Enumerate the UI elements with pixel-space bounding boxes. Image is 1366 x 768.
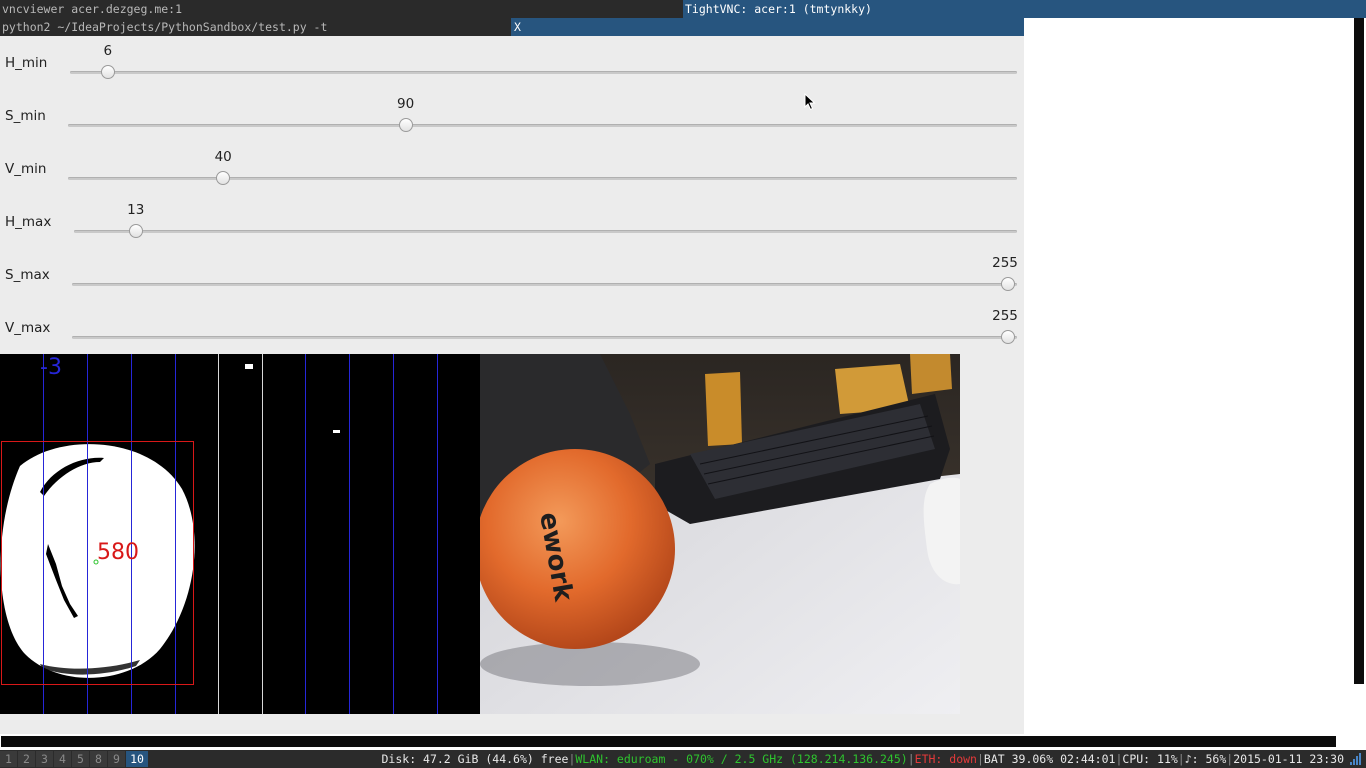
slider-track[interactable] bbox=[74, 230, 1017, 233]
opencv-window: H_min 6 S_min 90 V_min 40 H_max 13 S_max… bbox=[0, 36, 1024, 734]
taskbar: 1 2 3 4 5 8 9 10 Disk: 47.2 GiB (44.6%) … bbox=[0, 750, 1366, 768]
bottom-strip bbox=[0, 734, 1366, 750]
tightvnc-title[interactable]: TightVNC: acer:1 (tmtynkky) bbox=[683, 0, 1366, 18]
slider-label: S_max bbox=[5, 267, 50, 283]
workspace-button[interactable]: 1 bbox=[0, 751, 17, 767]
slider-label: V_max bbox=[5, 320, 51, 336]
volume-status: ♪: 56% bbox=[1184, 752, 1227, 766]
slider-label: S_min bbox=[5, 108, 46, 124]
workspace-button-active[interactable]: 10 bbox=[126, 751, 148, 767]
threshold-mask-image: -3 580 bbox=[0, 354, 480, 714]
slider-track[interactable] bbox=[72, 283, 1017, 286]
workspace-button[interactable]: 3 bbox=[36, 751, 53, 767]
signal-icon bbox=[1350, 753, 1361, 765]
vertical-scrollbar[interactable] bbox=[1352, 18, 1366, 734]
scrollbar-thumb[interactable] bbox=[1354, 18, 1364, 684]
slider-track[interactable] bbox=[72, 336, 1017, 339]
cpu-status: CPU: 11% bbox=[1122, 752, 1178, 766]
slider-value: 255 bbox=[992, 308, 1018, 324]
slider-track[interactable] bbox=[70, 71, 1017, 74]
slider-thumb[interactable] bbox=[100, 65, 115, 79]
slider-thumb[interactable] bbox=[1001, 277, 1015, 291]
threshold-mask-canvas bbox=[0, 354, 480, 714]
slider-value: 6 bbox=[103, 43, 113, 59]
battery-status: BAT 39.06% 02:44:01 bbox=[983, 752, 1116, 766]
offset-readout: -3 bbox=[40, 355, 62, 380]
status-line: Disk: 47.2 GiB (44.6%) free|WLAN: eduroa… bbox=[381, 752, 1345, 766]
slider-value: 40 bbox=[214, 149, 232, 165]
slider-row-v-max: V_max 255 bbox=[0, 301, 1024, 354]
workspace-button[interactable]: 9 bbox=[108, 751, 125, 767]
workspace-button[interactable]: 2 bbox=[18, 751, 35, 767]
terminal-title[interactable]: python2 ~/IdeaProjects/PythonSandbox/tes… bbox=[0, 18, 511, 36]
slider-value: 13 bbox=[127, 202, 145, 218]
slider-row-v-min: V_min 40 bbox=[0, 142, 1024, 195]
workspace-button[interactable]: 4 bbox=[54, 751, 71, 767]
eth-status: ETH: down bbox=[914, 752, 977, 766]
workspace-button[interactable]: 8 bbox=[90, 751, 107, 767]
slider-thumb[interactable] bbox=[398, 118, 413, 132]
opencv-window-title[interactable]: X bbox=[511, 18, 1024, 36]
datetime-status: 2015-01-11 23:30 bbox=[1233, 752, 1344, 766]
slider-row-h-min: H_min 6 bbox=[0, 36, 1024, 89]
cursor-icon bbox=[804, 93, 816, 111]
slider-label: H_min bbox=[5, 55, 48, 71]
slider-row-s-min: S_min 90 bbox=[0, 89, 1024, 142]
horizontal-scrollbar[interactable] bbox=[1, 736, 1336, 747]
slider-thumb[interactable] bbox=[216, 171, 231, 185]
wlan-status: WLAN: eduroam - 070% / 2.5 GHz (128.214.… bbox=[575, 752, 908, 766]
right-blank-area bbox=[1024, 18, 1352, 734]
slider-row-h-max: H_max 13 bbox=[0, 195, 1024, 248]
slider-row-s-max: S_max 255 bbox=[0, 248, 1024, 301]
vncviewer-title[interactable]: vncviewer acer.dezgeg.me:1 bbox=[0, 0, 683, 18]
disk-status: Disk: 47.2 GiB (44.6%) free bbox=[381, 752, 569, 766]
slider-thumb[interactable] bbox=[1001, 330, 1015, 344]
slider-track[interactable] bbox=[68, 124, 1017, 127]
workspace-button[interactable]: 5 bbox=[72, 751, 89, 767]
slider-thumb[interactable] bbox=[128, 224, 143, 238]
slider-value: 90 bbox=[397, 96, 415, 112]
area-readout: 580 bbox=[97, 540, 139, 565]
slider-label: H_max bbox=[5, 214, 52, 230]
slider-label: V_min bbox=[5, 161, 47, 177]
camera-scene: ework bbox=[480, 354, 960, 714]
slider-track[interactable] bbox=[68, 177, 1017, 180]
camera-image: ework bbox=[480, 354, 960, 714]
slider-value: 255 bbox=[992, 255, 1018, 271]
